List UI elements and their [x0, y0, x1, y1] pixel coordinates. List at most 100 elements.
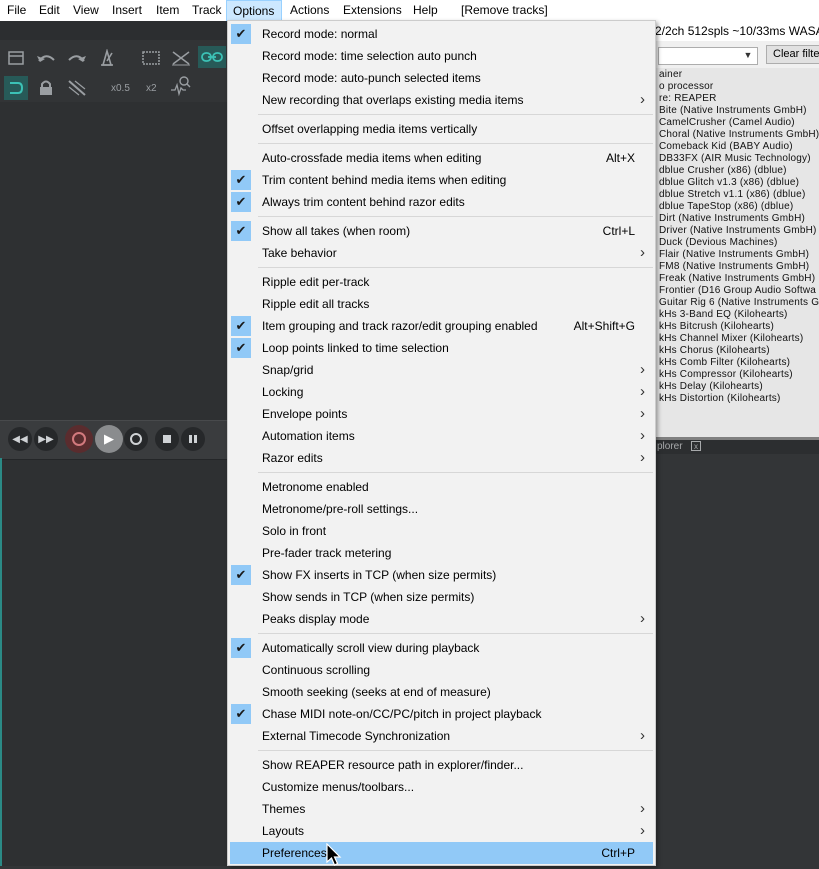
- menu-item-take-behavior[interactable]: Take behavior ›: [230, 242, 653, 264]
- list-item[interactable]: kHs Bitcrush (Kilohearts): [659, 321, 774, 333]
- list-item[interactable]: FM8 (Native Instruments GmbH): [659, 261, 809, 273]
- menu-item-smooth-seeking-seeks-at-end-of-measure[interactable]: Smooth seeking (seeks at end of measure): [230, 681, 653, 703]
- menu-item-pre-fader-track-metering[interactable]: Pre-fader track metering: [230, 542, 653, 564]
- metronome-icon[interactable]: [96, 48, 118, 68]
- menu-item-ripple-edit-per-track[interactable]: Ripple edit per-track: [230, 271, 653, 293]
- menu-item[interactable]: Item: [156, 0, 179, 21]
- redo-icon[interactable]: [66, 48, 88, 68]
- list-item[interactable]: dblue TapeStop (x86) (dblue): [659, 201, 793, 213]
- next-icon[interactable]: ▶▶: [34, 427, 58, 451]
- list-item[interactable]: dblue Stretch v1.1 (x86) (dblue): [659, 189, 805, 201]
- list-item[interactable]: Freak (Native Instruments GmbH): [659, 273, 815, 285]
- list-item[interactable]: Choral (Native Instruments GmbH): [659, 129, 819, 141]
- envelope-icon[interactable]: [170, 76, 192, 97]
- undo-icon[interactable]: [35, 48, 57, 68]
- menu-item-chase-midi-note-on-cc-pc-pitch-in-project-playback[interactable]: ✔ Chase MIDI note-on/CC/PC/pitch in proje…: [230, 703, 653, 725]
- list-item[interactable]: dblue Crusher (x86) (dblue): [659, 165, 787, 177]
- menu-item-show-sends-in-tcp-when-size-permits[interactable]: Show sends in TCP (when size permits): [230, 586, 653, 608]
- menu-item-continuous-scrolling[interactable]: Continuous scrolling: [230, 659, 653, 681]
- menu-item-loop-points-linked-to-time-selection[interactable]: ✔ Loop points linked to time selection: [230, 337, 653, 359]
- menu-item-metronome-enabled[interactable]: Metronome enabled: [230, 476, 653, 498]
- list-item[interactable]: Bite (Native Instruments GmbH): [659, 105, 807, 117]
- list-item[interactable]: kHs Channel Mixer (Kilohearts): [659, 333, 803, 345]
- menu-item-metronome-pre-roll-settings[interactable]: Metronome/pre-roll settings...: [230, 498, 653, 520]
- list-item[interactable]: o processor: [659, 81, 713, 93]
- menu-options[interactable]: Options: [226, 0, 282, 21]
- menu-item-themes[interactable]: Themes ›: [230, 798, 653, 820]
- menu-item-record-mode-auto-punch-selected-items[interactable]: Record mode: auto-punch selected items: [230, 67, 653, 89]
- list-item[interactable]: kHs Chorus (Kilohearts): [659, 345, 770, 357]
- menu-item-offset-overlapping-media-items-vertically[interactable]: Offset overlapping media items verticall…: [230, 118, 653, 140]
- list-item[interactable]: dblue Glitch v1.3 (x86) (dblue): [659, 177, 799, 189]
- list-item[interactable]: kHs Distortion (Kilohearts): [659, 393, 781, 405]
- tab-explorer[interactable]: plorer: [655, 440, 819, 454]
- snap-icon[interactable]: [4, 76, 28, 100]
- menu-item-record-mode-time-selection-auto-punch[interactable]: Record mode: time selection auto punch: [230, 45, 653, 67]
- menu-item-trim-content-behind-media-items-when-editing[interactable]: ✔ Trim content behind media items when ed…: [230, 169, 653, 191]
- menu-file[interactable]: File: [7, 0, 26, 21]
- menu-view[interactable]: View: [73, 0, 99, 21]
- group-link-icon[interactable]: [198, 46, 226, 68]
- dock-icon[interactable]: [5, 48, 27, 68]
- menu-actions[interactable]: Actions: [290, 0, 329, 21]
- repeat-icon[interactable]: [124, 427, 148, 451]
- list-item[interactable]: Driver (Native Instruments GmbH): [659, 225, 817, 237]
- play-icon[interactable]: ▶: [95, 425, 123, 453]
- menu-edit[interactable]: Edit: [39, 0, 60, 21]
- menu-item-solo-in-front[interactable]: Solo in front: [230, 520, 653, 542]
- menu-insert[interactable]: Insert: [112, 0, 142, 21]
- stop-icon[interactable]: [155, 427, 179, 451]
- menu-item-label: Always trim content behind razor edits: [262, 195, 465, 209]
- rate-double-label[interactable]: x2: [146, 83, 157, 94]
- menu-item-peaks-display-mode[interactable]: Peaks display mode ›: [230, 608, 653, 630]
- menu-item-item-grouping-and-track-razor-edit-grouping-enabled[interactable]: ✔ Item grouping and track razor/edit grou…: [230, 315, 653, 337]
- list-item[interactable]: kHs Delay (Kilohearts): [659, 381, 763, 393]
- menu-item-ripple-edit-all-tracks[interactable]: Ripple edit all tracks: [230, 293, 653, 315]
- list-item[interactable]: CamelCrusher (Camel Audio): [659, 117, 795, 129]
- menu-item-preferences[interactable]: Preferences... Ctrl+P: [230, 842, 653, 864]
- pause-icon[interactable]: [181, 427, 205, 451]
- list-item[interactable]: Dirt (Native Instruments GmbH): [659, 213, 805, 225]
- list-item[interactable]: re: REAPER: [659, 93, 717, 105]
- menu-item-automatically-scroll-view-during-playback[interactable]: ✔ Automatically scroll view during playba…: [230, 637, 653, 659]
- menu-item-new-recording-that-overlaps-existing-media-items[interactable]: New recording that overlaps existing med…: [230, 89, 653, 111]
- list-item[interactable]: Duck (Devious Machines): [659, 237, 778, 249]
- menu-item-locking[interactable]: Locking ›: [230, 381, 653, 403]
- menu-remove-tracks[interactable]: [Remove tracks]: [461, 0, 548, 21]
- menu-item-record-mode-normal[interactable]: ✔ Record mode: normal: [230, 23, 653, 45]
- ripple-icon[interactable]: [66, 78, 88, 98]
- menu-item-customize-menus-toolbars[interactable]: Customize menus/toolbars...: [230, 776, 653, 798]
- crossfade-icon[interactable]: [170, 48, 192, 68]
- rate-half-label[interactable]: x0.5: [111, 83, 130, 94]
- clear-filter-button[interactable]: Clear filter: [766, 45, 819, 64]
- list-item[interactable]: kHs Comb Filter (Kilohearts): [659, 357, 790, 369]
- previous-icon[interactable]: ◀◀: [8, 427, 32, 451]
- list-item[interactable]: Flair (Native Instruments GmbH): [659, 249, 809, 261]
- selection-box-icon[interactable]: [140, 48, 162, 68]
- list-item[interactable]: kHs 3-Band EQ (Kilohearts): [659, 309, 788, 321]
- list-item[interactable]: Comeback Kid (BABY Audio): [659, 141, 793, 153]
- menu-item-razor-edits[interactable]: Razor edits ›: [230, 447, 653, 469]
- lock-icon[interactable]: [35, 78, 57, 98]
- menu-item-envelope-points[interactable]: Envelope points ›: [230, 403, 653, 425]
- list-item[interactable]: kHs Compressor (Kilohearts): [659, 369, 793, 381]
- list-item[interactable]: Guitar Rig 6 (Native Instruments Gr: [659, 297, 819, 309]
- menu-item-layouts[interactable]: Layouts ›: [230, 820, 653, 842]
- menu-item-show-fx-inserts-in-tcp-when-size-permits[interactable]: ✔ Show FX inserts in TCP (when size permi…: [230, 564, 653, 586]
- list-item[interactable]: ainer: [659, 69, 682, 81]
- menu-item-show-all-takes-when-room[interactable]: ✔ Show all takes (when room) Ctrl+L: [230, 220, 653, 242]
- chevron-down-icon[interactable]: ▼: [740, 47, 756, 63]
- menu-item-auto-crossfade-media-items-when-editing[interactable]: Auto-crossfade media items when editing A…: [230, 147, 653, 169]
- menu-track[interactable]: Track: [192, 0, 222, 21]
- menu-item-snap-grid[interactable]: Snap/grid ›: [230, 359, 653, 381]
- menu-item-show-reaper-resource-path-in-explorer-finder[interactable]: Show REAPER resource path in explorer/fi…: [230, 754, 653, 776]
- menu-extensions[interactable]: Extensions: [343, 0, 402, 21]
- menu-item-external-timecode-synchronization[interactable]: External Timecode Synchronization ›: [230, 725, 653, 747]
- menu-item-automation-items[interactable]: Automation items ›: [230, 425, 653, 447]
- menu-item-always-trim-content-behind-razor-edits[interactable]: ✔ Always trim content behind razor edits: [230, 191, 653, 213]
- menu-help[interactable]: Help: [413, 0, 438, 21]
- list-item[interactable]: Frontier (D16 Group Audio Softwa: [659, 285, 816, 297]
- list-item[interactable]: DB33FX (AIR Music Technology): [659, 153, 811, 165]
- close-icon[interactable]: x: [691, 441, 701, 451]
- record-icon[interactable]: [65, 425, 93, 453]
